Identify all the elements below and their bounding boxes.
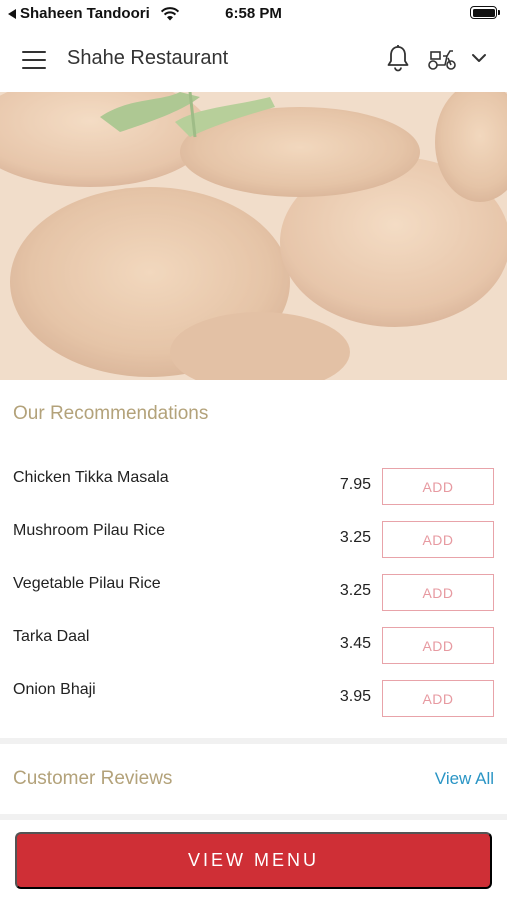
item-name: Vegetable Pilau Rice xyxy=(13,575,161,592)
item-price: 3.25 xyxy=(339,529,371,546)
item-name: Tarka Daal xyxy=(13,628,90,645)
bell-icon[interactable] xyxy=(385,44,411,72)
list-item: Mushroom Pilau Rice 3.25 ADD xyxy=(0,512,507,565)
item-name: Mushroom Pilau Rice xyxy=(13,522,166,539)
view-all-link[interactable]: View All xyxy=(435,769,494,789)
status-bar: Shaheen Tandoori 6:58 PM xyxy=(0,0,507,26)
add-button[interactable]: ADD xyxy=(382,680,494,717)
view-menu-button[interactable]: VIEW MENU xyxy=(15,832,492,889)
app-header: Shahe Restaurant xyxy=(0,26,507,92)
add-button[interactable]: ADD xyxy=(382,468,494,505)
section-divider xyxy=(0,738,507,744)
list-item: Vegetable Pilau Rice 3.25 ADD xyxy=(0,565,507,618)
item-price: 7.95 xyxy=(339,476,371,493)
menu-icon[interactable] xyxy=(22,51,46,69)
recommendations-title: Our Recommendations xyxy=(13,403,209,424)
item-price: 3.25 xyxy=(339,582,371,599)
list-item: Tarka Daal 3.45 ADD xyxy=(0,618,507,671)
recommendations-list: Chicken Tikka Masala 7.95 ADD Mushroom P… xyxy=(0,459,507,724)
reviews-title: Customer Reviews xyxy=(13,768,173,789)
item-price: 3.95 xyxy=(339,688,371,705)
add-button[interactable]: ADD xyxy=(382,627,494,664)
item-price: 3.45 xyxy=(339,635,371,652)
food-photo xyxy=(0,92,507,380)
item-name: Onion Bhaji xyxy=(13,681,96,698)
add-button[interactable]: ADD xyxy=(382,574,494,611)
list-item: Onion Bhaji 3.95 ADD xyxy=(0,671,507,724)
item-name: Chicken Tikka Masala xyxy=(13,469,169,486)
section-divider xyxy=(0,814,507,820)
battery-icon xyxy=(470,6,500,19)
chevron-down-icon[interactable] xyxy=(471,51,487,65)
scooter-icon[interactable] xyxy=(427,46,457,72)
hero-food-image xyxy=(0,92,507,380)
page-title: Shahe Restaurant xyxy=(67,47,229,69)
list-item: Chicken Tikka Masala 7.95 ADD xyxy=(0,459,507,512)
status-time: 6:58 PM xyxy=(225,5,282,22)
add-button[interactable]: ADD xyxy=(382,521,494,558)
